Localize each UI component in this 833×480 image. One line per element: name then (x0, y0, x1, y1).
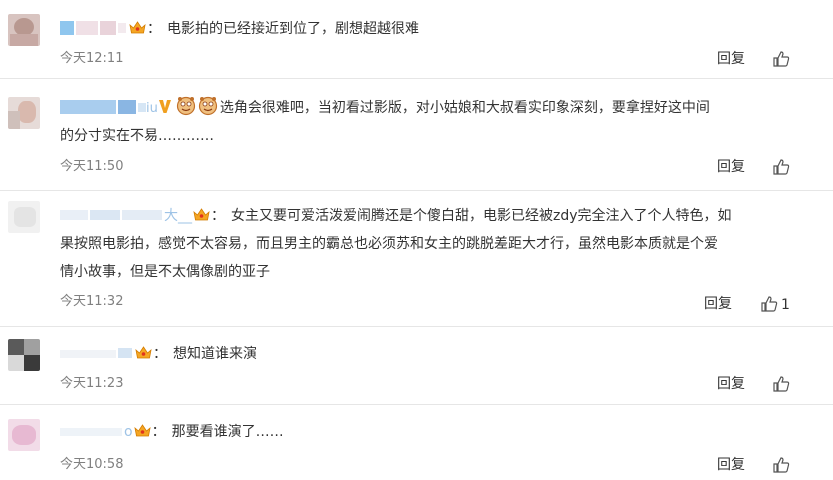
comment-line-2: 果按照电影拍，感觉不太容易，而且男主的霸总也必须苏和女主的跳脱差距大才行，虽然电… (60, 236, 718, 252)
username-suffix[interactable]: 大__ (164, 208, 192, 224)
comment-text: 那要看谁演了…… (171, 424, 284, 440)
crown-icon (129, 20, 146, 33)
reply-button[interactable]: 回复 (717, 375, 745, 393)
comment-text: 选角会很难吧，当初看过影版，对小姑娘和大叔看实印象深刻，要拿捏好这中间 (219, 100, 710, 116)
colon: ： (211, 208, 225, 224)
colon: ： (147, 21, 161, 37)
reply-button[interactable]: 回复 (717, 158, 745, 176)
comment-line: 大__ ： 女主又要可爱活泼爱闹腾还是个傻白甜，电影已经被zdy完全注入了个人特色，… (60, 203, 732, 229)
comment-line: o ： 那要看谁演了…… (60, 419, 284, 445)
comment-line: ： 想知道谁来演 (60, 341, 257, 367)
username-blurred[interactable] (60, 208, 164, 222)
comment-text: 想知道谁来演 (173, 346, 257, 362)
avatar[interactable] (8, 14, 40, 46)
username-blurred[interactable] (60, 100, 146, 114)
comment-3: 大__ ： 女主又要可爱活泼爱闹腾还是个傻白甜，电影已经被zdy完全注入了个人特色，… (0, 191, 833, 325)
comment-line-3: 情小故事，但是不太偶像剧的亚子 (60, 264, 270, 280)
like-count: 1 (781, 297, 790, 313)
comment-1: ： 电影拍的已经接近到位了，剧想超越很难 今天12:11 回复 (0, 0, 833, 78)
reply-button[interactable]: 回复 (704, 295, 732, 313)
avatar[interactable] (8, 201, 40, 233)
avatar[interactable] (8, 97, 40, 129)
comment-time: 今天12:11 (60, 51, 124, 66)
comment-text: 女主又要可爱活泼爱闹腾还是个傻白甜，电影已经被zdy完全注入了个人特色，如 (231, 208, 732, 224)
avatar[interactable] (8, 419, 40, 451)
avatar[interactable] (8, 339, 40, 371)
comment-4: ： 想知道谁来演 今天11:23 回复 (0, 327, 833, 405)
thumbs-up-icon[interactable] (760, 295, 778, 313)
comment-2: iu 选角会很难吧，当初看过影版，对小姑娘和大叔看实印象深刻，要拿捏好这中间 的分… (0, 79, 833, 189)
reply-button[interactable]: 回复 (717, 456, 745, 474)
username-blurred[interactable] (60, 21, 128, 35)
thumbs-up-icon[interactable] (772, 375, 790, 393)
doge-emoji-icon (176, 96, 195, 116)
comment-time: 今天10:58 (60, 457, 124, 472)
colon: ： (151, 424, 166, 440)
crown-icon (193, 207, 210, 220)
comment-line: iu 选角会很难吧，当初看过影版，对小姑娘和大叔看实印象深刻，要拿捏好这中间 (60, 95, 710, 122)
comment-time: 今天11:50 (60, 159, 124, 174)
comment-line-2: 的分寸实在不易………… (60, 128, 214, 144)
comment-time: 今天11:23 (60, 376, 124, 391)
reply-button[interactable]: 回复 (717, 50, 745, 68)
thumbs-up-icon[interactable] (772, 158, 790, 176)
v-badge-icon (158, 100, 171, 113)
username-suffix[interactable]: o (124, 424, 133, 440)
username-blurred[interactable] (60, 346, 134, 360)
doge-emoji-icon (198, 96, 217, 116)
comment-line: ： 电影拍的已经接近到位了，剧想超越很难 (60, 16, 419, 42)
crown-icon (135, 345, 152, 358)
comment-text: 电影拍的已经接近到位了，剧想超越很难 (167, 21, 419, 37)
username-suffix[interactable]: iu (146, 101, 158, 116)
thumbs-up-icon[interactable] (772, 456, 790, 474)
thumbs-up-icon[interactable] (772, 50, 790, 68)
comment-5: o ： 那要看谁演了…… 今天10:58 回复 (0, 405, 833, 480)
username-blurred[interactable] (60, 424, 124, 438)
comment-time: 今天11:32 (60, 294, 124, 309)
crown-icon (133, 423, 151, 436)
colon: ： (153, 346, 167, 362)
